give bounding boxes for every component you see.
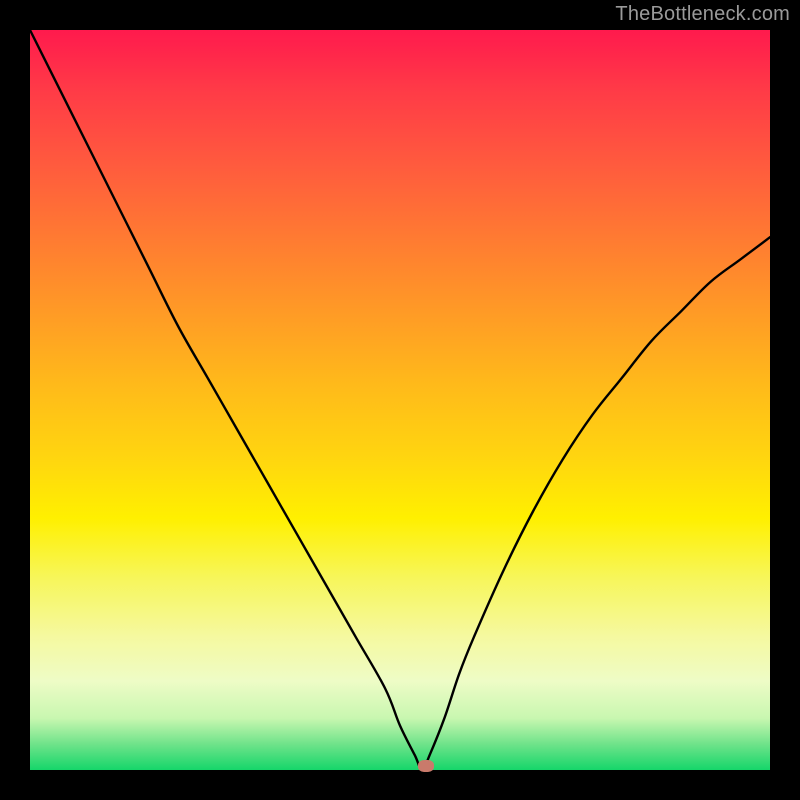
watermark-text: TheBottleneck.com (615, 3, 790, 26)
plot-area (30, 30, 770, 770)
bottleneck-curve (30, 30, 770, 770)
optimal-point-marker (418, 760, 434, 772)
chart-frame: TheBottleneck.com (0, 0, 800, 800)
